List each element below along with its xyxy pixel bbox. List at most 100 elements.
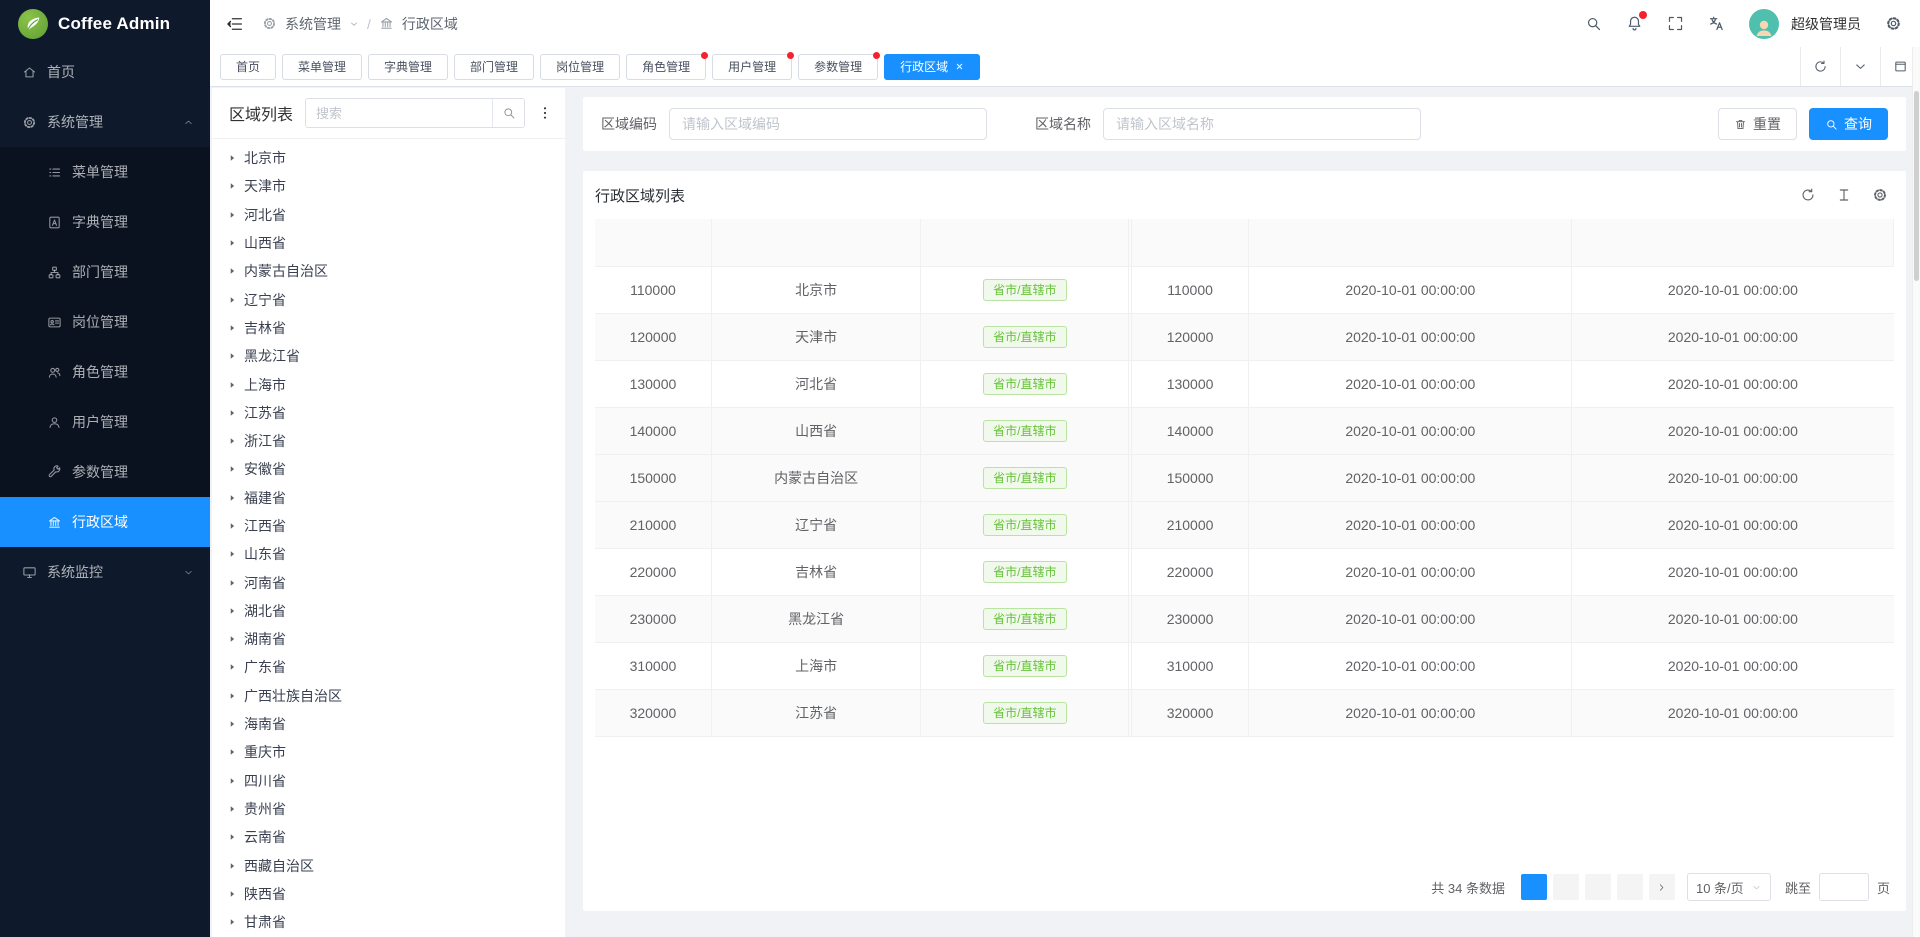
tab-options-button[interactable] xyxy=(1840,47,1880,86)
tree-item[interactable]: 湖北省 xyxy=(212,597,565,625)
caret-right-icon[interactable] xyxy=(227,493,237,503)
caret-right-icon[interactable] xyxy=(227,351,237,361)
fullscreen-icon[interactable] xyxy=(1667,15,1684,32)
sidebar-item[interactable]: 字典管理 xyxy=(0,197,210,247)
caret-right-icon[interactable] xyxy=(227,917,237,927)
tree-item[interactable]: 辽宁省 xyxy=(212,285,565,313)
tree-item[interactable]: 山西省 xyxy=(212,229,565,257)
chevron-down-icon[interactable] xyxy=(349,19,359,29)
caret-right-icon[interactable] xyxy=(227,776,237,786)
caret-right-icon[interactable] xyxy=(227,606,237,616)
caret-right-icon[interactable] xyxy=(227,323,237,333)
page-button[interactable] xyxy=(1585,874,1611,900)
sidebar-item[interactable]: 首页 xyxy=(0,47,210,97)
caret-right-icon[interactable] xyxy=(227,549,237,559)
filter-field-input[interactable] xyxy=(1103,108,1421,140)
tree-item[interactable]: 四川省 xyxy=(212,767,565,795)
view-tab[interactable]: 角色管理 xyxy=(626,54,706,80)
view-tab[interactable]: 岗位管理 xyxy=(540,54,620,80)
refresh-table-icon[interactable] xyxy=(1800,187,1816,203)
sidebar-item[interactable]: 系统管理 xyxy=(0,97,210,147)
tree-item[interactable]: 广西壮族自治区 xyxy=(212,682,565,710)
caret-right-icon[interactable] xyxy=(227,804,237,814)
caret-right-icon[interactable] xyxy=(227,408,237,418)
caret-right-icon[interactable] xyxy=(227,578,237,588)
row-density-icon[interactable] xyxy=(1836,187,1852,203)
reset-button[interactable]: 重置 xyxy=(1718,108,1797,140)
view-tab[interactable]: 字典管理 xyxy=(368,54,448,80)
page-button[interactable] xyxy=(1617,874,1643,900)
caret-right-icon[interactable] xyxy=(227,634,237,644)
view-tab[interactable]: 首页 xyxy=(220,54,276,80)
tree-item[interactable]: 河北省 xyxy=(212,201,565,229)
caret-right-icon[interactable] xyxy=(227,691,237,701)
sidebar-item[interactable]: 行政区域 xyxy=(0,497,210,547)
tree-item[interactable]: 重庆市 xyxy=(212,738,565,766)
tree-item[interactable]: 江西省 xyxy=(212,512,565,540)
tree-item[interactable]: 甘肃省 xyxy=(212,908,565,936)
scrollbar-thumb[interactable] xyxy=(1914,91,1919,281)
tree-item[interactable]: 贵州省 xyxy=(212,795,565,823)
tree-item[interactable]: 云南省 xyxy=(212,823,565,851)
tree-item[interactable]: 北京市 xyxy=(212,144,565,172)
tree-item[interactable]: 江苏省 xyxy=(212,399,565,427)
tree-item[interactable]: 陕西省 xyxy=(212,880,565,908)
vertical-scrollbar[interactable] xyxy=(1912,47,1920,937)
caret-right-icon[interactable] xyxy=(227,210,237,220)
sidebar-item[interactable]: 系统监控 xyxy=(0,547,210,597)
tree-search-input[interactable] xyxy=(306,99,492,127)
view-tab[interactable]: 参数管理 xyxy=(798,54,878,80)
caret-right-icon[interactable] xyxy=(227,266,237,276)
sidebar-item[interactable]: 用户管理 xyxy=(0,397,210,447)
tree-item[interactable]: 黑龙江省 xyxy=(212,342,565,370)
tree-item[interactable]: 山东省 xyxy=(212,540,565,568)
filter-field-input[interactable] xyxy=(669,108,987,140)
tree-item[interactable]: 浙江省 xyxy=(212,427,565,455)
breadcrumb-item[interactable]: 系统管理 xyxy=(285,14,341,34)
language-switch-icon[interactable] xyxy=(1708,15,1725,32)
caret-right-icon[interactable] xyxy=(227,747,237,757)
caret-right-icon[interactable] xyxy=(227,153,237,163)
caret-right-icon[interactable] xyxy=(227,436,237,446)
tree-item[interactable]: 安徽省 xyxy=(212,455,565,483)
view-tab[interactable]: 行政区域 xyxy=(884,54,980,80)
sidebar-item[interactable]: 角色管理 xyxy=(0,347,210,397)
collapse-sidebar-icon[interactable] xyxy=(226,15,244,33)
view-tab[interactable]: 菜单管理 xyxy=(282,54,362,80)
next-page-button[interactable] xyxy=(1649,874,1675,900)
tree-item[interactable]: 西藏自治区 xyxy=(212,851,565,879)
caret-right-icon[interactable] xyxy=(227,889,237,899)
tree-item[interactable]: 湖南省 xyxy=(212,625,565,653)
page-button[interactable] xyxy=(1521,874,1547,900)
tree-item[interactable]: 海南省 xyxy=(212,710,565,738)
page-size-select[interactable]: 10 条/页 xyxy=(1687,873,1771,901)
tree-item[interactable]: 内蒙古自治区 xyxy=(212,257,565,285)
tree-item[interactable]: 广东省 xyxy=(212,653,565,681)
search-icon[interactable] xyxy=(1585,15,1602,32)
user-name[interactable]: 超级管理员 xyxy=(1791,14,1861,34)
settings-gear-icon[interactable] xyxy=(1885,15,1902,32)
page-button[interactable] xyxy=(1553,874,1579,900)
view-tab[interactable]: 部门管理 xyxy=(454,54,534,80)
sidebar-item[interactable]: 部门管理 xyxy=(0,247,210,297)
user-avatar[interactable] xyxy=(1749,9,1779,39)
caret-right-icon[interactable] xyxy=(227,662,237,672)
caret-right-icon[interactable] xyxy=(227,295,237,305)
tree-item[interactable]: 河南省 xyxy=(212,568,565,596)
tree-item[interactable]: 天津市 xyxy=(212,172,565,200)
caret-right-icon[interactable] xyxy=(227,181,237,191)
caret-right-icon[interactable] xyxy=(227,832,237,842)
sidebar-item[interactable]: 岗位管理 xyxy=(0,297,210,347)
query-button[interactable]: 查询 xyxy=(1809,108,1888,140)
tree-item[interactable]: 福建省 xyxy=(212,484,565,512)
tree-search-button[interactable] xyxy=(492,99,524,127)
refresh-view-button[interactable] xyxy=(1800,47,1840,86)
caret-right-icon[interactable] xyxy=(227,380,237,390)
jump-page-input[interactable] xyxy=(1819,873,1869,901)
caret-right-icon[interactable] xyxy=(227,464,237,474)
tree-item[interactable]: 上海市 xyxy=(212,370,565,398)
notifications-bell-icon[interactable] xyxy=(1626,15,1643,32)
sidebar-item[interactable]: 菜单管理 xyxy=(0,147,210,197)
caret-right-icon[interactable] xyxy=(227,861,237,871)
caret-right-icon[interactable] xyxy=(227,238,237,248)
